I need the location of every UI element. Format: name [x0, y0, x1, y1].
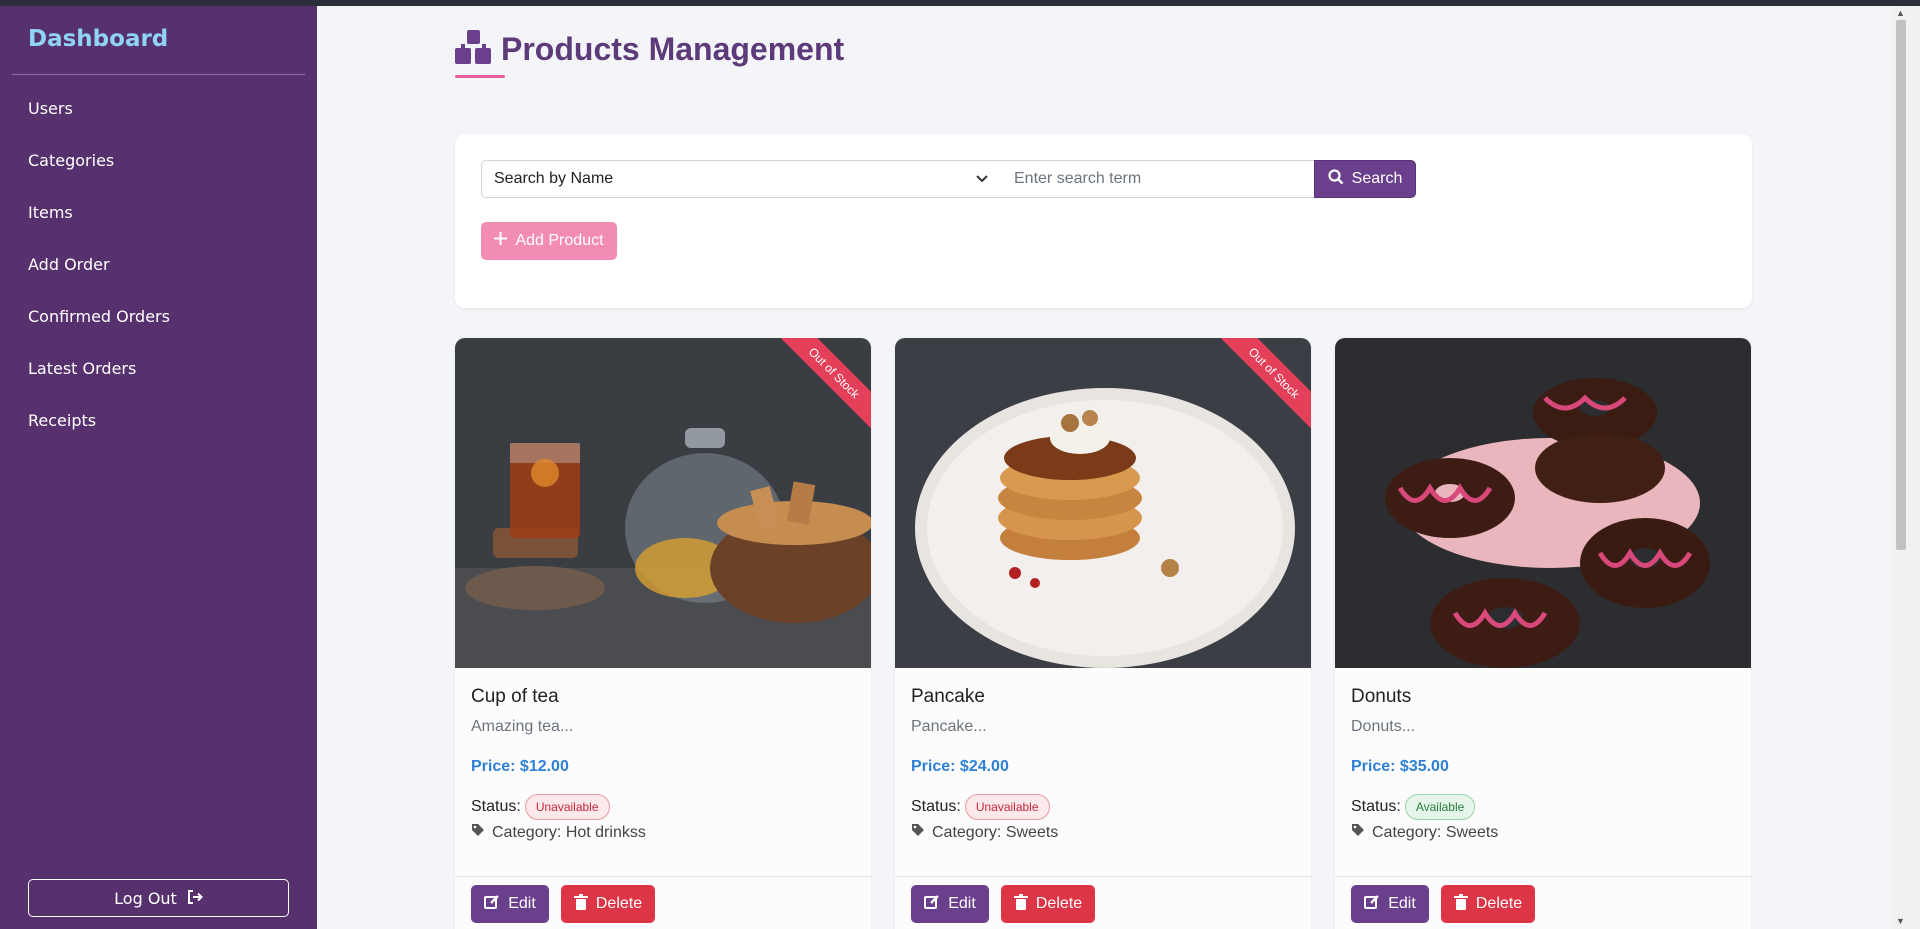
category-text: Category: Sweets: [1372, 823, 1499, 841]
search-input[interactable]: [1001, 160, 1315, 198]
edit-button[interactable]: Edit: [471, 885, 549, 923]
product-image-pancake: [895, 338, 1311, 668]
search-icon: [1328, 168, 1344, 190]
product-status: Status: Unavailable: [471, 794, 610, 820]
product-card: Out of Stock Pancake Pancake... Price: $…: [895, 338, 1311, 929]
delete-label: Delete: [595, 895, 643, 912]
sidebar-brand[interactable]: Dashboard: [28, 26, 168, 52]
delete-button[interactable]: Delete: [561, 885, 655, 923]
scrollbar-thumb[interactable]: [1896, 20, 1906, 550]
search-type-value: Search by Name: [494, 170, 614, 187]
status-badge: Unavailable: [964, 794, 1050, 820]
delete-button[interactable]: Delete: [1441, 885, 1535, 923]
edit-label: Edit: [948, 895, 976, 912]
page-header: Products Management: [455, 30, 844, 69]
add-product-label: Add Product: [515, 232, 604, 249]
edit-icon: [1364, 894, 1380, 915]
sidebar-item-receipts[interactable]: Receipts: [0, 394, 317, 446]
sidebar-item-users[interactable]: Users: [0, 82, 317, 134]
tag-icon: [471, 823, 485, 842]
card-footer-divider: [895, 876, 1311, 877]
logout-label: Log Out: [114, 888, 177, 908]
product-description: Pancake...: [911, 718, 987, 735]
sidebar-item-add-order[interactable]: Add Order: [0, 238, 317, 290]
status-label: Status:: [911, 798, 961, 815]
edit-icon: [484, 894, 500, 915]
delete-label: Delete: [1475, 895, 1523, 912]
delete-label: Delete: [1035, 895, 1083, 912]
product-description: Donuts...: [1351, 718, 1416, 735]
product-category: Category: Hot drinkss: [471, 823, 646, 842]
sign-out-icon: [187, 889, 203, 908]
category-text: Category: Hot drinkss: [492, 823, 646, 841]
sidebar-item-latest-orders[interactable]: Latest Orders: [0, 342, 317, 394]
trash-icon: [573, 893, 588, 915]
sidebar-item-categories[interactable]: Categories: [0, 134, 317, 186]
sidebar-item-confirmed-orders[interactable]: Confirmed Orders: [0, 290, 317, 342]
edit-button[interactable]: Edit: [911, 885, 989, 923]
card-footer-divider: [455, 876, 871, 877]
product-description: Amazing tea...: [471, 718, 574, 735]
tag-icon: [911, 823, 925, 842]
browser-top-bar: [0, 0, 1920, 6]
status-label: Status:: [1351, 798, 1401, 815]
search-type-select[interactable]: Search by Name: [481, 160, 1002, 198]
product-name: Cup of tea: [471, 686, 559, 707]
cubes-icon: [455, 30, 493, 69]
trash-icon: [1453, 893, 1468, 915]
sidebar-divider: [12, 74, 305, 75]
page-title: Products Management: [501, 31, 845, 67]
product-card: Donuts Donuts... Price: $35.00 Status: A…: [1335, 338, 1751, 929]
sidebar-nav: Users Categories Items Add Order Confirm…: [0, 82, 317, 446]
product-category: Category: Sweets: [1351, 823, 1498, 842]
status-badge: Available: [1404, 794, 1476, 820]
delete-button[interactable]: Delete: [1001, 885, 1095, 923]
product-card: Out of Stock Cup of tea Amazing tea... P…: [455, 338, 871, 929]
product-status: Status: Available: [1351, 794, 1476, 820]
edit-button[interactable]: Edit: [1351, 885, 1429, 923]
product-category: Category: Sweets: [911, 823, 1058, 842]
title-underline: [455, 75, 505, 78]
product-price: Price: $35.00: [1351, 758, 1449, 775]
logout-button[interactable]: Log Out: [28, 879, 289, 917]
category-text: Category: Sweets: [932, 823, 1059, 841]
product-image-donuts: [1335, 338, 1751, 668]
status-badge: Unavailable: [524, 794, 610, 820]
search-panel: Search by Name Search Add Product: [455, 134, 1752, 308]
edit-icon: [924, 894, 940, 915]
product-price: Price: $12.00: [471, 758, 569, 775]
scroll-up-arrow-icon[interactable]: ▲: [1896, 8, 1905, 18]
search-button[interactable]: Search: [1314, 160, 1416, 198]
chevron-down-icon: [975, 171, 989, 190]
product-status: Status: Unavailable: [911, 794, 1050, 820]
product-name: Pancake: [911, 686, 985, 707]
scroll-down-arrow-icon[interactable]: ▼: [1896, 916, 1905, 926]
sidebar-item-items[interactable]: Items: [0, 186, 317, 238]
search-button-label: Search: [1351, 170, 1403, 187]
product-image-tea: [455, 338, 871, 668]
tag-icon: [1351, 823, 1365, 842]
plus-icon: [494, 232, 508, 250]
status-label: Status:: [471, 798, 521, 815]
card-footer-divider: [1335, 876, 1751, 877]
product-name: Donuts: [1351, 686, 1412, 707]
trash-icon: [1013, 893, 1028, 915]
sidebar: Dashboard Users Categories Items Add Ord…: [0, 6, 317, 929]
edit-label: Edit: [1388, 895, 1416, 912]
product-price: Price: $24.00: [911, 758, 1009, 775]
add-product-button[interactable]: Add Product: [481, 222, 617, 260]
edit-label: Edit: [508, 895, 536, 912]
